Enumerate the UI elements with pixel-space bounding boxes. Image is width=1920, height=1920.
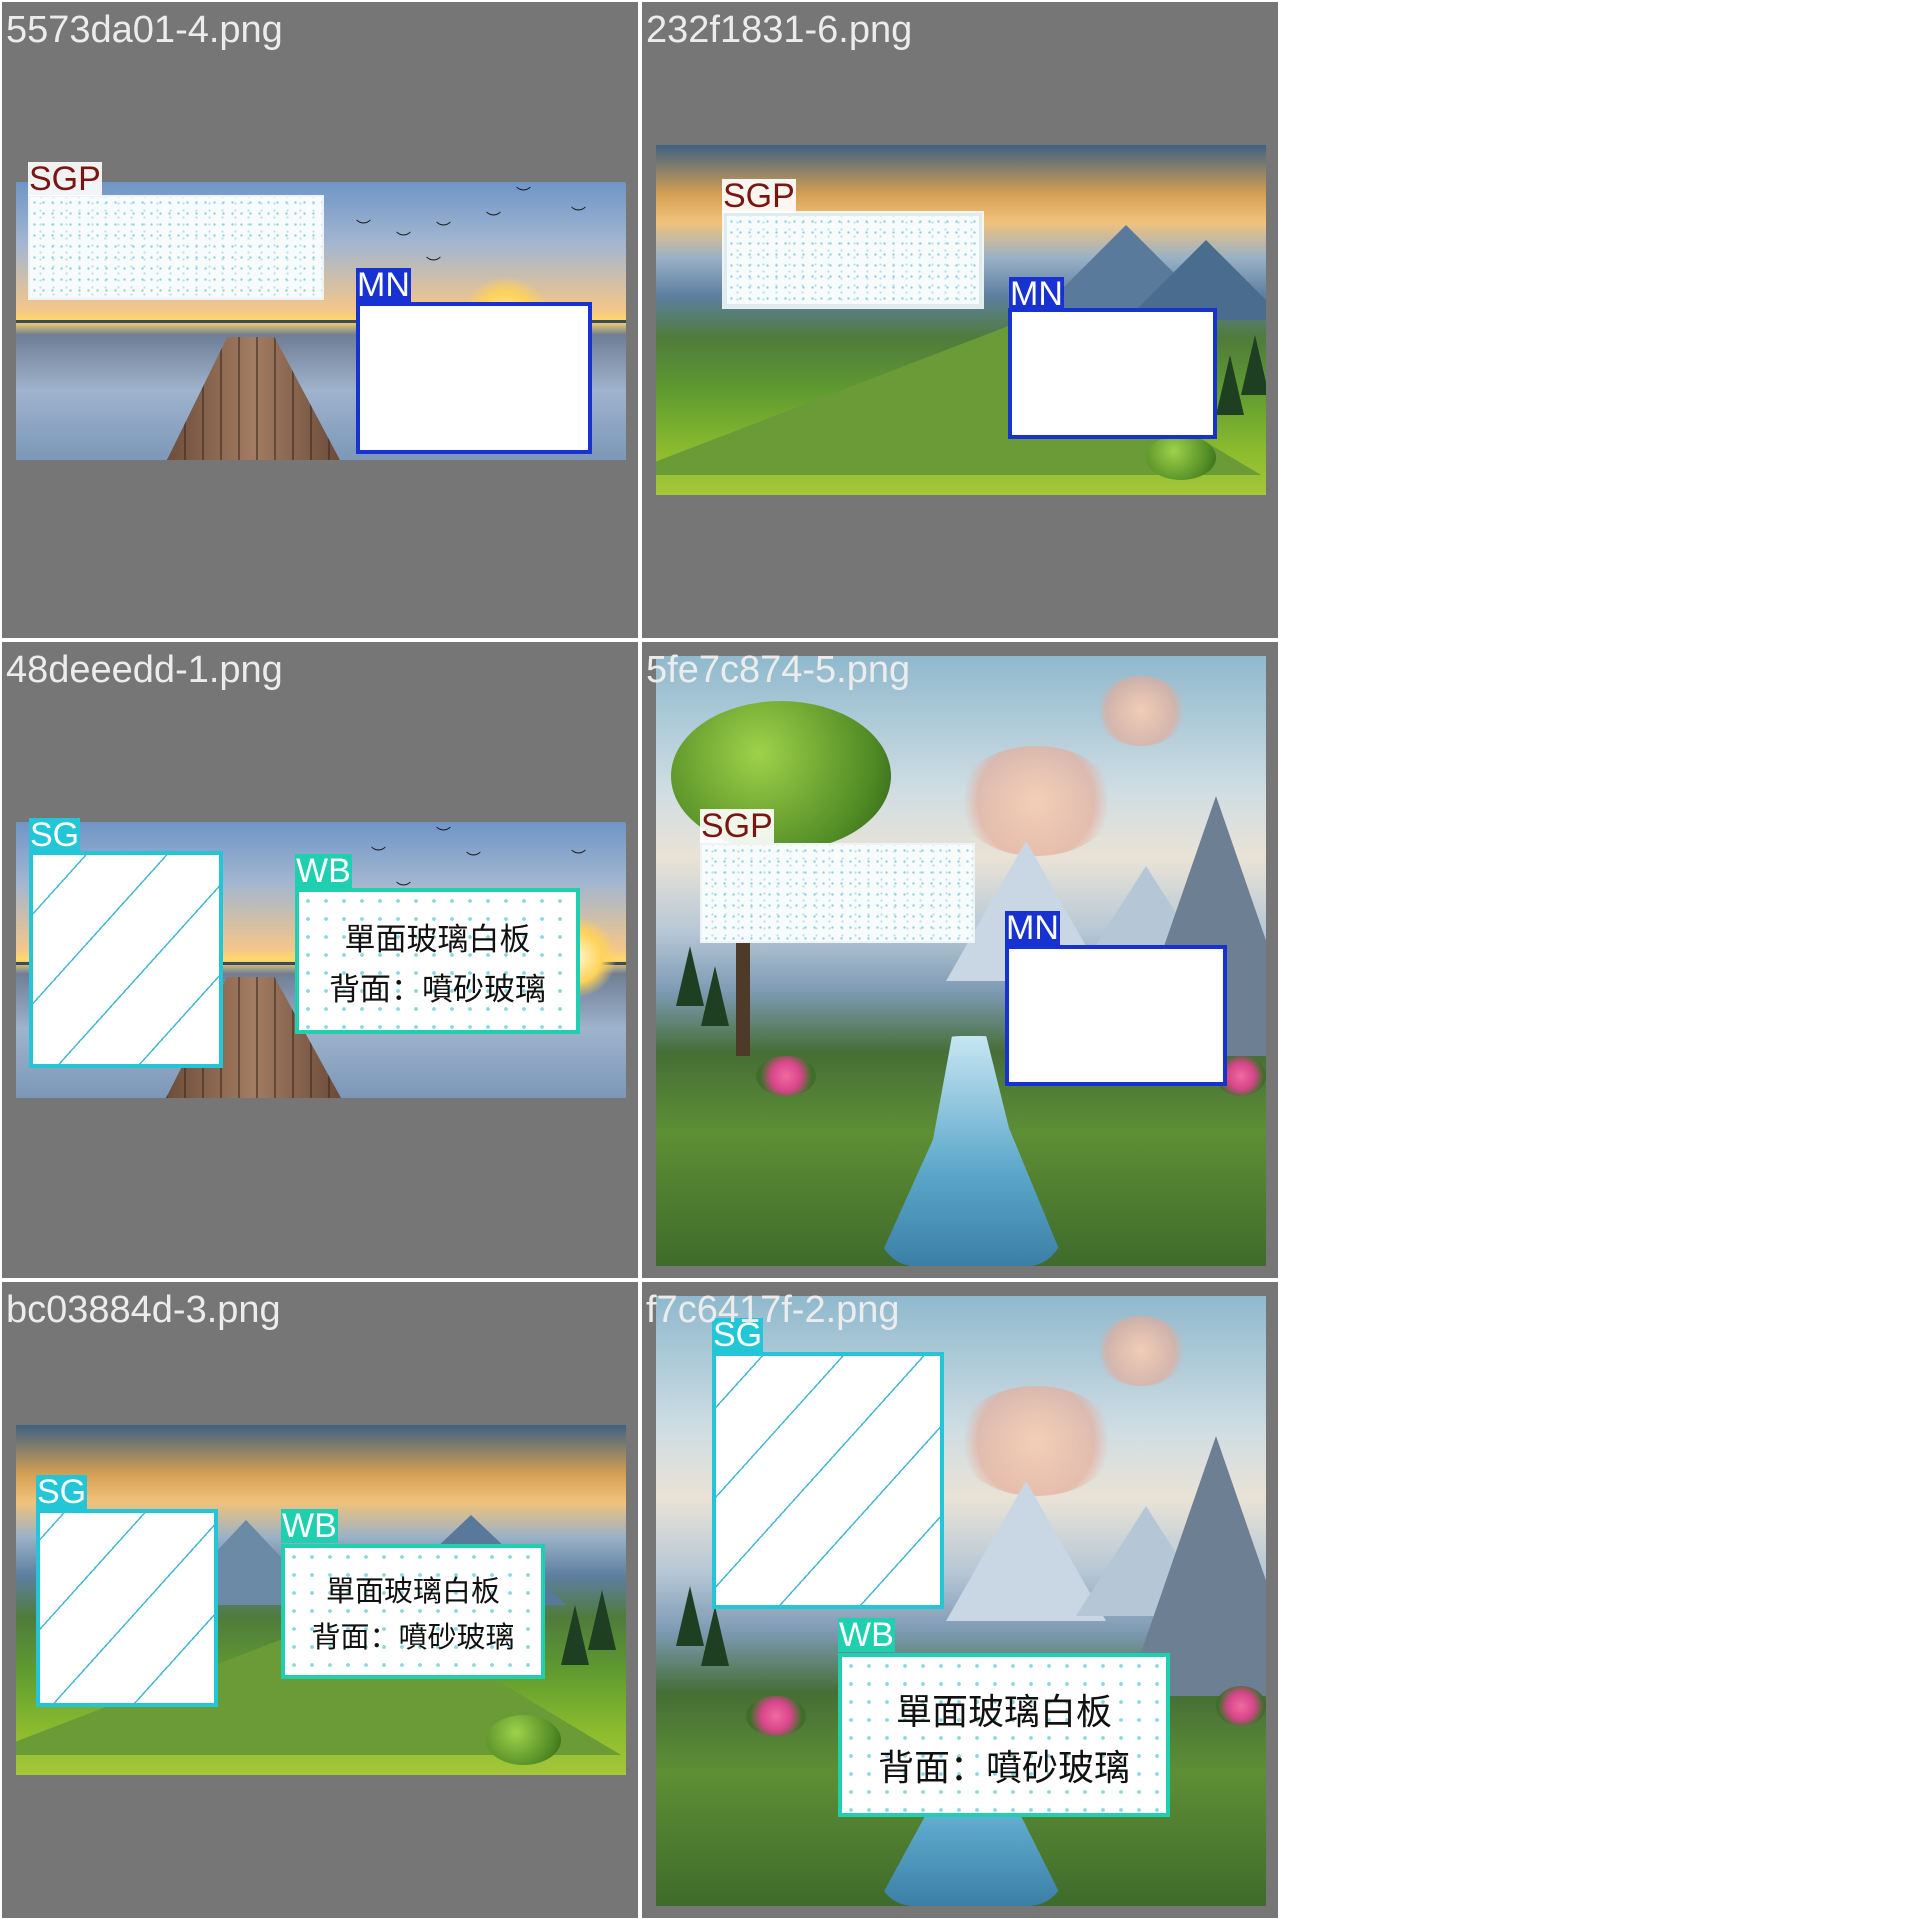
image-filename: bc03884d-3.png <box>6 1289 281 1331</box>
image-cell-4[interactable]: 5fe7c874-5.png SGP MN <box>642 642 1278 1278</box>
image-cell-6[interactable]: f7c6417f-2.png SG WB 單面玻璃白板 背面：噴砂玻璃 <box>642 1282 1278 1918</box>
sg-box[interactable] <box>29 851 223 1068</box>
image-filename: 232f1831-6.png <box>646 9 913 51</box>
mn-box[interactable] <box>1008 308 1217 439</box>
mn-box[interactable] <box>1005 945 1227 1086</box>
sg-tag: SG <box>29 816 81 854</box>
whiteboard-line-2: 背面：噴砂玻璃 <box>329 972 546 1008</box>
whiteboard-line-2: 背面：噴砂玻璃 <box>311 1620 515 1654</box>
whiteboard-line-1: 單面玻璃白板 <box>895 1692 1112 1733</box>
wb-tag: WB <box>295 852 352 890</box>
whiteboard-line-2: 背面：噴砂玻璃 <box>877 1748 1130 1789</box>
sg-box[interactable] <box>36 1509 218 1707</box>
image-filename: 5573da01-4.png <box>6 9 283 51</box>
mn-box[interactable] <box>356 302 592 454</box>
mn-tag: MN <box>356 266 411 304</box>
image-cell-2[interactable]: 232f1831-6.png SGP MN <box>642 2 1278 638</box>
image-filename: f7c6417f-2.png <box>646 1289 900 1331</box>
image-filename: 48deeedd-1.png <box>6 649 283 691</box>
image-cell-5[interactable]: bc03884d-3.png SG WB 單面玻璃白板 背面：噴砂玻璃 <box>2 1282 638 1918</box>
whiteboard-box[interactable]: 單面玻璃白板 背面：噴砂玻璃 <box>281 1544 545 1679</box>
whiteboard-line-1: 單面玻璃白板 <box>325 1574 500 1608</box>
wb-tag: WB <box>281 1507 338 1545</box>
sgp-box[interactable] <box>700 843 975 943</box>
sg-box[interactable] <box>712 1352 944 1609</box>
image-cell-3[interactable]: 48deeedd-1.png ︶ ︶ ︶ ︶ ︶ ︶ SG WB 單面玻璃白板 … <box>2 642 638 1278</box>
image-cell-1[interactable]: 5573da01-4.png ︶ ︶ ︶ ︶ ︶ ︶ ︶ SGP MN <box>2 2 638 638</box>
sgp-tag: SGP <box>700 807 774 845</box>
sgp-tag: SGP <box>28 160 102 198</box>
mn-tag: MN <box>1005 909 1060 947</box>
whiteboard-line-1: 單面玻璃白板 <box>344 922 531 958</box>
sg-tag: SG <box>36 1473 88 1511</box>
whiteboard-box[interactable]: 單面玻璃白板 背面：噴砂玻璃 <box>838 1653 1170 1817</box>
sgp-tag: SGP <box>722 177 796 215</box>
thumbnail-grid: 5573da01-4.png ︶ ︶ ︶ ︶ ︶ ︶ ︶ SGP MN 232f… <box>0 0 1280 1920</box>
whiteboard-box[interactable]: 單面玻璃白板 背面：噴砂玻璃 <box>295 888 580 1034</box>
sgp-box[interactable] <box>722 211 984 309</box>
image-filename: 5fe7c874-5.png <box>646 649 911 691</box>
sgp-box[interactable] <box>28 195 324 300</box>
mn-tag: MN <box>1009 275 1064 313</box>
wb-tag: WB <box>838 1616 895 1654</box>
